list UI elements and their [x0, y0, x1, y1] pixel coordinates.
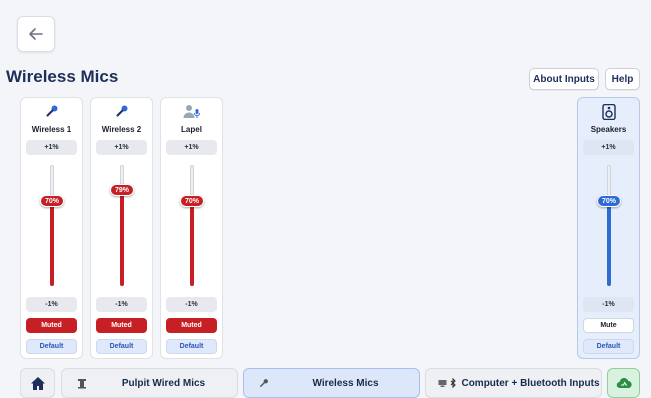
page-title: Wireless Mics: [6, 67, 119, 86]
volume-up-button[interactable]: +1%: [166, 140, 217, 155]
nav-label: Wireless Mics: [312, 377, 379, 389]
mute-toggle-button[interactable]: Muted: [166, 318, 217, 333]
nav-label: Computer + Bluetooth Inputs: [461, 377, 600, 389]
speaker-icon: [601, 104, 616, 120]
microphone-icon: [116, 105, 127, 117]
mute-toggle-button[interactable]: Muted: [26, 318, 77, 333]
volume-slider-fill: [190, 201, 194, 286]
volume-slider-fill: [50, 201, 54, 286]
help-button[interactable]: Help: [605, 68, 640, 90]
output-strip-speakers: Speakers +1% 70% -1% Mute Default: [577, 97, 640, 359]
volume-down-button[interactable]: -1%: [96, 297, 147, 312]
home-icon: [30, 376, 45, 390]
microphone-icon: [46, 105, 57, 117]
volume-up-button[interactable]: +1%: [96, 140, 147, 155]
back-button[interactable]: [17, 16, 55, 52]
nav-computer-bluetooth-inputs[interactable]: Computer + Bluetooth Inputs: [425, 368, 602, 398]
volume-slider-fill: [607, 201, 611, 286]
volume-slider-handle[interactable]: 70%: [597, 195, 621, 207]
computer-bluetooth-icon: [438, 378, 456, 388]
nav-label: Pulpit Wired Mics: [121, 377, 206, 389]
home-button[interactable]: [20, 368, 55, 398]
podium-icon: [78, 378, 86, 388]
volume-down-button[interactable]: -1%: [166, 297, 217, 312]
channel-name: Wireless 2: [101, 125, 142, 134]
volume-down-button[interactable]: -1%: [583, 297, 634, 312]
nav-wireless-mics[interactable]: Wireless Mics: [243, 368, 420, 398]
volume-slider-fill: [120, 190, 124, 286]
default-button[interactable]: Default: [583, 339, 634, 354]
app-canvas: Wireless Mics About Inputs Help Wireless…: [0, 0, 651, 398]
volume-slider-handle[interactable]: 70%: [40, 195, 64, 207]
volume-down-button[interactable]: -1%: [26, 297, 77, 312]
channel-strip-wireless-2: Wireless 2 +1% 79% -1% Muted Default: [90, 97, 153, 359]
volume-slider-handle[interactable]: 79%: [110, 184, 134, 196]
default-button[interactable]: Default: [26, 339, 77, 354]
volume-slider-handle[interactable]: 70%: [180, 195, 204, 207]
cloud-status-icon: [616, 378, 632, 389]
mute-toggle-button[interactable]: Muted: [96, 318, 147, 333]
cloud-status-button[interactable]: [607, 368, 640, 398]
volume-up-button[interactable]: +1%: [26, 140, 77, 155]
channel-name: Speakers: [590, 125, 627, 134]
volume-up-button[interactable]: +1%: [583, 140, 634, 155]
channel-strip-wireless-1: Wireless 1 +1% 70% -1% Muted Default: [20, 97, 83, 359]
channel-name: Wireless 1: [31, 125, 72, 134]
channel-name: Lapel: [181, 125, 202, 134]
mute-toggle-button[interactable]: Mute: [583, 318, 634, 333]
channel-strip-lapel: Lapel +1% 70% -1% Muted Default: [160, 97, 223, 359]
arrow-left-icon: [29, 28, 43, 40]
person-mic-icon: [183, 105, 200, 118]
nav-pulpit-wired-mics[interactable]: Pulpit Wired Mics: [61, 368, 238, 398]
about-inputs-button[interactable]: About Inputs: [529, 68, 599, 90]
microphone-icon: [260, 379, 268, 387]
default-button[interactable]: Default: [166, 339, 217, 354]
default-button[interactable]: Default: [96, 339, 147, 354]
bottom-nav: Pulpit Wired Mics Wireless Mics Computer…: [0, 365, 651, 398]
